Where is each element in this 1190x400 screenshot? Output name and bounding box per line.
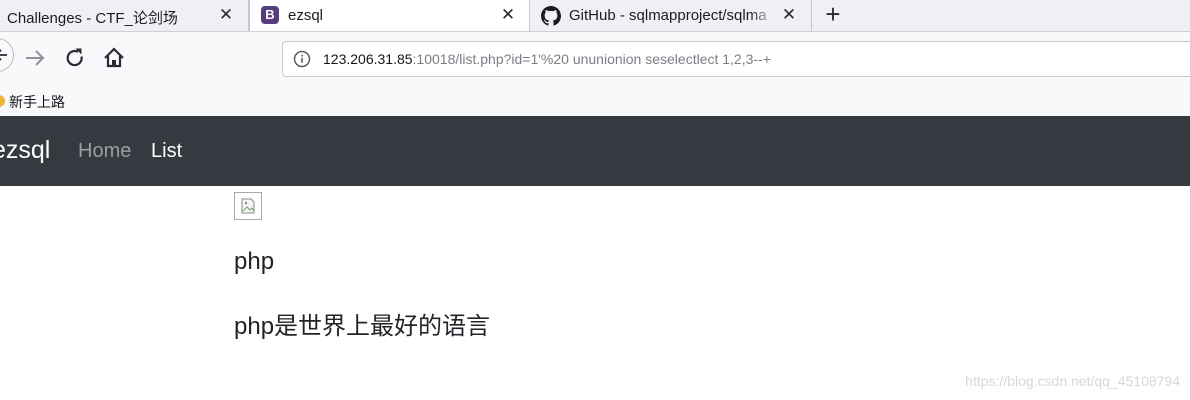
nav-link-list[interactable]: List [151,140,182,163]
bookmark-label: 新手上路 [9,94,65,110]
tab-title: Challenges - CTF_论剑场 [7,10,178,27]
bootstrap-favicon-icon: B [261,6,279,24]
tab-challenges[interactable]: Challenges - CTF_论剑场 ✕ [0,0,248,31]
post-body: php是世界上最好的语言 [234,313,491,340]
info-icon[interactable] [293,50,311,68]
navigation-toolbar: 123.206.31.85:10018/list.php?id=1'%20 un… [0,32,1190,86]
tab-title: GitHub - sqlmapproject/sqlma [569,7,767,24]
site-navbar: ezsql Home List [0,116,1190,186]
address-bar[interactable]: 123.206.31.85:10018/list.php?id=1'%20 un… [282,41,1190,77]
close-tab-icon[interactable]: ✕ [216,5,236,25]
post-title: php [234,248,275,275]
nav-link-home[interactable]: Home [78,140,131,163]
github-icon [541,6,561,26]
broken-image-icon [234,192,262,220]
forward-arrow-icon[interactable] [21,44,49,72]
tab-divider [811,0,812,31]
tab-ezsql[interactable]: B ezsql ✕ [249,0,530,31]
bookmark-icon [0,95,5,107]
bookmarks-bar: 新手上路 [0,86,1190,116]
new-tab-button[interactable]: + [820,1,846,28]
close-tab-icon[interactable]: ✕ [779,5,799,25]
tab-title: ezsql [288,7,324,24]
url-text[interactable]: 123.206.31.85:10018/list.php?id=1'%20 un… [323,51,771,67]
close-tab-icon[interactable]: ✕ [498,5,518,25]
navbar-brand[interactable]: ezsql [0,136,50,165]
home-icon[interactable] [100,44,128,72]
tab-github[interactable]: GitHub - sqlmapproject/sqlma ✕ [530,0,810,31]
reload-icon[interactable] [61,44,89,72]
tab-title-fade [750,0,776,31]
url-host: 123.206.31.85 [323,51,413,67]
tab-strip: Challenges - CTF_论剑场 ✕ B ezsql ✕ GitHub … [0,0,1190,32]
url-path: :10018/list.php?id=1'%20 ununionion sese… [412,51,771,67]
back-button[interactable] [0,38,14,72]
back-arrow-icon [0,49,7,61]
image-placeholder-icon [241,198,255,214]
watermark: https://blog.csdn.net/qq_45108794 [965,373,1180,389]
